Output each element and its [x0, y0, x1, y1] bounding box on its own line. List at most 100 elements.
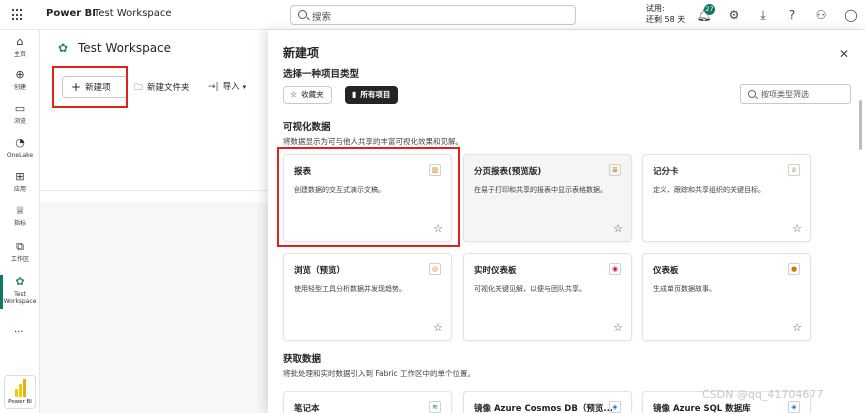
- card-dashboard[interactable]: 仪表板 生成单页数据故事。 ● ☆: [642, 253, 811, 341]
- card-title: 仪表板: [653, 266, 679, 276]
- nav-item-home[interactable]: ⌂ 主页: [0, 35, 40, 58]
- nav-item-create[interactable]: ⊕ 创建: [0, 68, 40, 91]
- card-explore[interactable]: 浏览（预览） 使用轻型工具分析数据并发现趋势。 ◎ ☆: [283, 253, 452, 341]
- workspace-icon: ✿: [58, 41, 69, 55]
- workspace-panel: ✿ Test Workspace + 新建项 🗀︎ 新建文件夹 →| 导入 ▾: [40, 30, 270, 413]
- document-icon: ▮: [352, 90, 357, 99]
- nav-item-metrics[interactable]: ♕ 指标: [0, 204, 40, 227]
- apps-icon: ⊞: [15, 170, 25, 183]
- search-placeholder: 搜索: [312, 12, 332, 23]
- dialog-title: 新建项: [283, 46, 320, 60]
- card-mirrored-cosmosdb[interactable]: 镜像 Azure Cosmos DB（预览... ◈: [463, 391, 632, 413]
- section-title-get-data: 获取数据: [283, 354, 322, 365]
- cosmosdb-icon: ◈: [609, 401, 621, 413]
- powerbi-label: Power BI: [8, 399, 32, 405]
- chip-favorites-label: 收藏夹: [301, 90, 324, 99]
- dialog-subtitle: 选择一种项目类型: [283, 69, 360, 80]
- search-input[interactable]: 搜索: [290, 5, 576, 25]
- nav-item-browse[interactable]: ▭ 浏览: [0, 102, 40, 125]
- brand-name[interactable]: Power BI: [46, 8, 96, 19]
- trial-label: 试用:: [646, 4, 665, 13]
- trophy-icon: ♕: [788, 164, 800, 176]
- card-realtime-dashboard[interactable]: 实时仪表板 可视化关键见解，以便与团队共享。 ◉ ☆: [463, 253, 632, 341]
- favorite-star-icon[interactable]: ☆: [433, 321, 443, 334]
- left-nav: ⌂ 主页 ⊕ 创建 ▭ 浏览 ◔ OneLake ⊞ 应用 ♕ 指标 ⧉ 工作区…: [0, 30, 40, 413]
- nav-item-onelake[interactable]: ◔ OneLake: [0, 136, 40, 159]
- app-launcher-icon[interactable]: [12, 9, 24, 21]
- trophy-icon: ♕: [15, 204, 25, 217]
- nav-label: 应用: [13, 186, 26, 193]
- card-title: 镜像 Azure Cosmos DB（预览...: [474, 404, 614, 413]
- import-label: 导入: [222, 82, 240, 92]
- more-icon[interactable]: ...: [14, 324, 24, 335]
- workspace-title: Test Workspace: [78, 41, 172, 55]
- card-desc: 生成单页数据故事。: [653, 285, 716, 293]
- card-title: 笔记本: [294, 404, 320, 413]
- section-desc-get-data: 将批处理和实时数据引入到 Fabric 工作区中的单个位置。: [283, 369, 476, 378]
- trial-days: 还剩 58 天: [646, 15, 686, 24]
- nav-item-workspaces[interactable]: ⧉ 工作区: [0, 240, 40, 263]
- workspaces-icon: ⧉: [16, 240, 24, 253]
- card-title: 浏览（预览）: [294, 266, 346, 276]
- home-icon: ⌂: [16, 35, 24, 48]
- favorite-star-icon[interactable]: ☆: [792, 222, 802, 235]
- nav-label: OneLake: [6, 152, 34, 159]
- filter-input[interactable]: 按项类型筛选: [740, 84, 851, 104]
- azure-sql-icon: ◈: [788, 401, 800, 413]
- nav-label: Test Workspace: [3, 291, 37, 305]
- card-scorecard[interactable]: 记分卡 定义、跟踪和共享组织的关键目标。 ♕ ☆: [642, 154, 811, 242]
- search-icon: [748, 90, 756, 98]
- notebook-icon: ≋: [429, 401, 441, 413]
- share-icon[interactable]: ⚇: [813, 7, 829, 23]
- search-icon: [298, 10, 307, 19]
- chip-all-label: 所有项目: [360, 90, 391, 99]
- workspace-content-area: [40, 202, 270, 413]
- card-title: 实时仪表板: [474, 266, 517, 276]
- chip-all-items[interactable]: ▮ 所有项目: [345, 86, 399, 104]
- card-title: 分页报表(预览版): [474, 167, 542, 177]
- highlight-box-report: [277, 147, 460, 247]
- folder-icon: ▭: [14, 102, 26, 115]
- filter-placeholder: 按项类型筛选: [761, 90, 809, 99]
- favorite-star-icon[interactable]: ☆: [613, 321, 623, 334]
- nav-label: 指标: [13, 220, 26, 227]
- close-icon[interactable]: ✕: [839, 47, 849, 61]
- dashboard-icon: ●: [788, 263, 800, 275]
- card-desc: 使用轻型工具分析数据并发现趋势。: [294, 285, 406, 293]
- powerbi-experience-switcher[interactable]: Power BI: [4, 375, 36, 409]
- star-icon: ☆: [290, 90, 298, 99]
- favorite-star-icon[interactable]: ☆: [792, 321, 802, 334]
- favorite-star-icon[interactable]: ☆: [613, 222, 623, 235]
- watermark: CSDN @qq_41704677: [702, 388, 824, 401]
- card-desc: 在易于打印和共享的报表中显示表格数据。: [474, 186, 607, 194]
- highlight-box-new-item: [52, 66, 128, 108]
- plus-circle-icon: ⊕: [15, 68, 25, 81]
- new-folder-button[interactable]: 🗀︎ 新建文件夹: [134, 80, 190, 96]
- breadcrumb-workspace[interactable]: Test Workspace: [94, 8, 172, 19]
- card-desc: 可视化关键见解，以便与团队共享。: [474, 285, 586, 293]
- top-bar: Power BI Test Workspace 搜索 试用: 还剩 58 天 🔔…: [0, 0, 865, 30]
- section-title-visualize: 可视化数据: [283, 122, 331, 133]
- help-icon[interactable]: ?: [784, 7, 800, 23]
- realtime-dashboard-icon: ◉: [609, 263, 621, 275]
- explore-icon: ◎: [429, 263, 441, 275]
- download-icon[interactable]: ⤓: [755, 7, 771, 23]
- nav-label: 主页: [13, 51, 26, 58]
- card-desc: 定义、跟踪和共享组织的关键目标。: [653, 186, 765, 194]
- card-title: 镜像 Azure SQL 数据库: [653, 404, 751, 413]
- gear-icon[interactable]: ⚙: [726, 7, 742, 23]
- nav-item-apps[interactable]: ⊞ 应用: [0, 170, 40, 193]
- chip-favorites[interactable]: ☆ 收藏夹: [283, 86, 332, 104]
- trial-status: 试用: 还剩 58 天: [646, 3, 685, 25]
- nav-label: 工作区: [10, 256, 29, 263]
- new-folder-label: 新建文件夹: [147, 83, 190, 93]
- account-icon[interactable]: ◯: [843, 7, 859, 23]
- nav-item-test-workspace[interactable]: ✿ Test Workspace: [0, 275, 40, 305]
- card-notebook[interactable]: 笔记本 ≋: [283, 391, 452, 413]
- scrollbar-thumb[interactable]: [859, 100, 862, 150]
- notification-badge: 27: [704, 4, 715, 15]
- import-button[interactable]: →| 导入 ▾: [208, 80, 246, 92]
- divider: [40, 190, 270, 191]
- import-icon: →|: [208, 82, 219, 92]
- card-paginated-report[interactable]: 分页报表(预览版) 在易于打印和共享的报表中显示表格数据。 ≣ ☆: [463, 154, 632, 242]
